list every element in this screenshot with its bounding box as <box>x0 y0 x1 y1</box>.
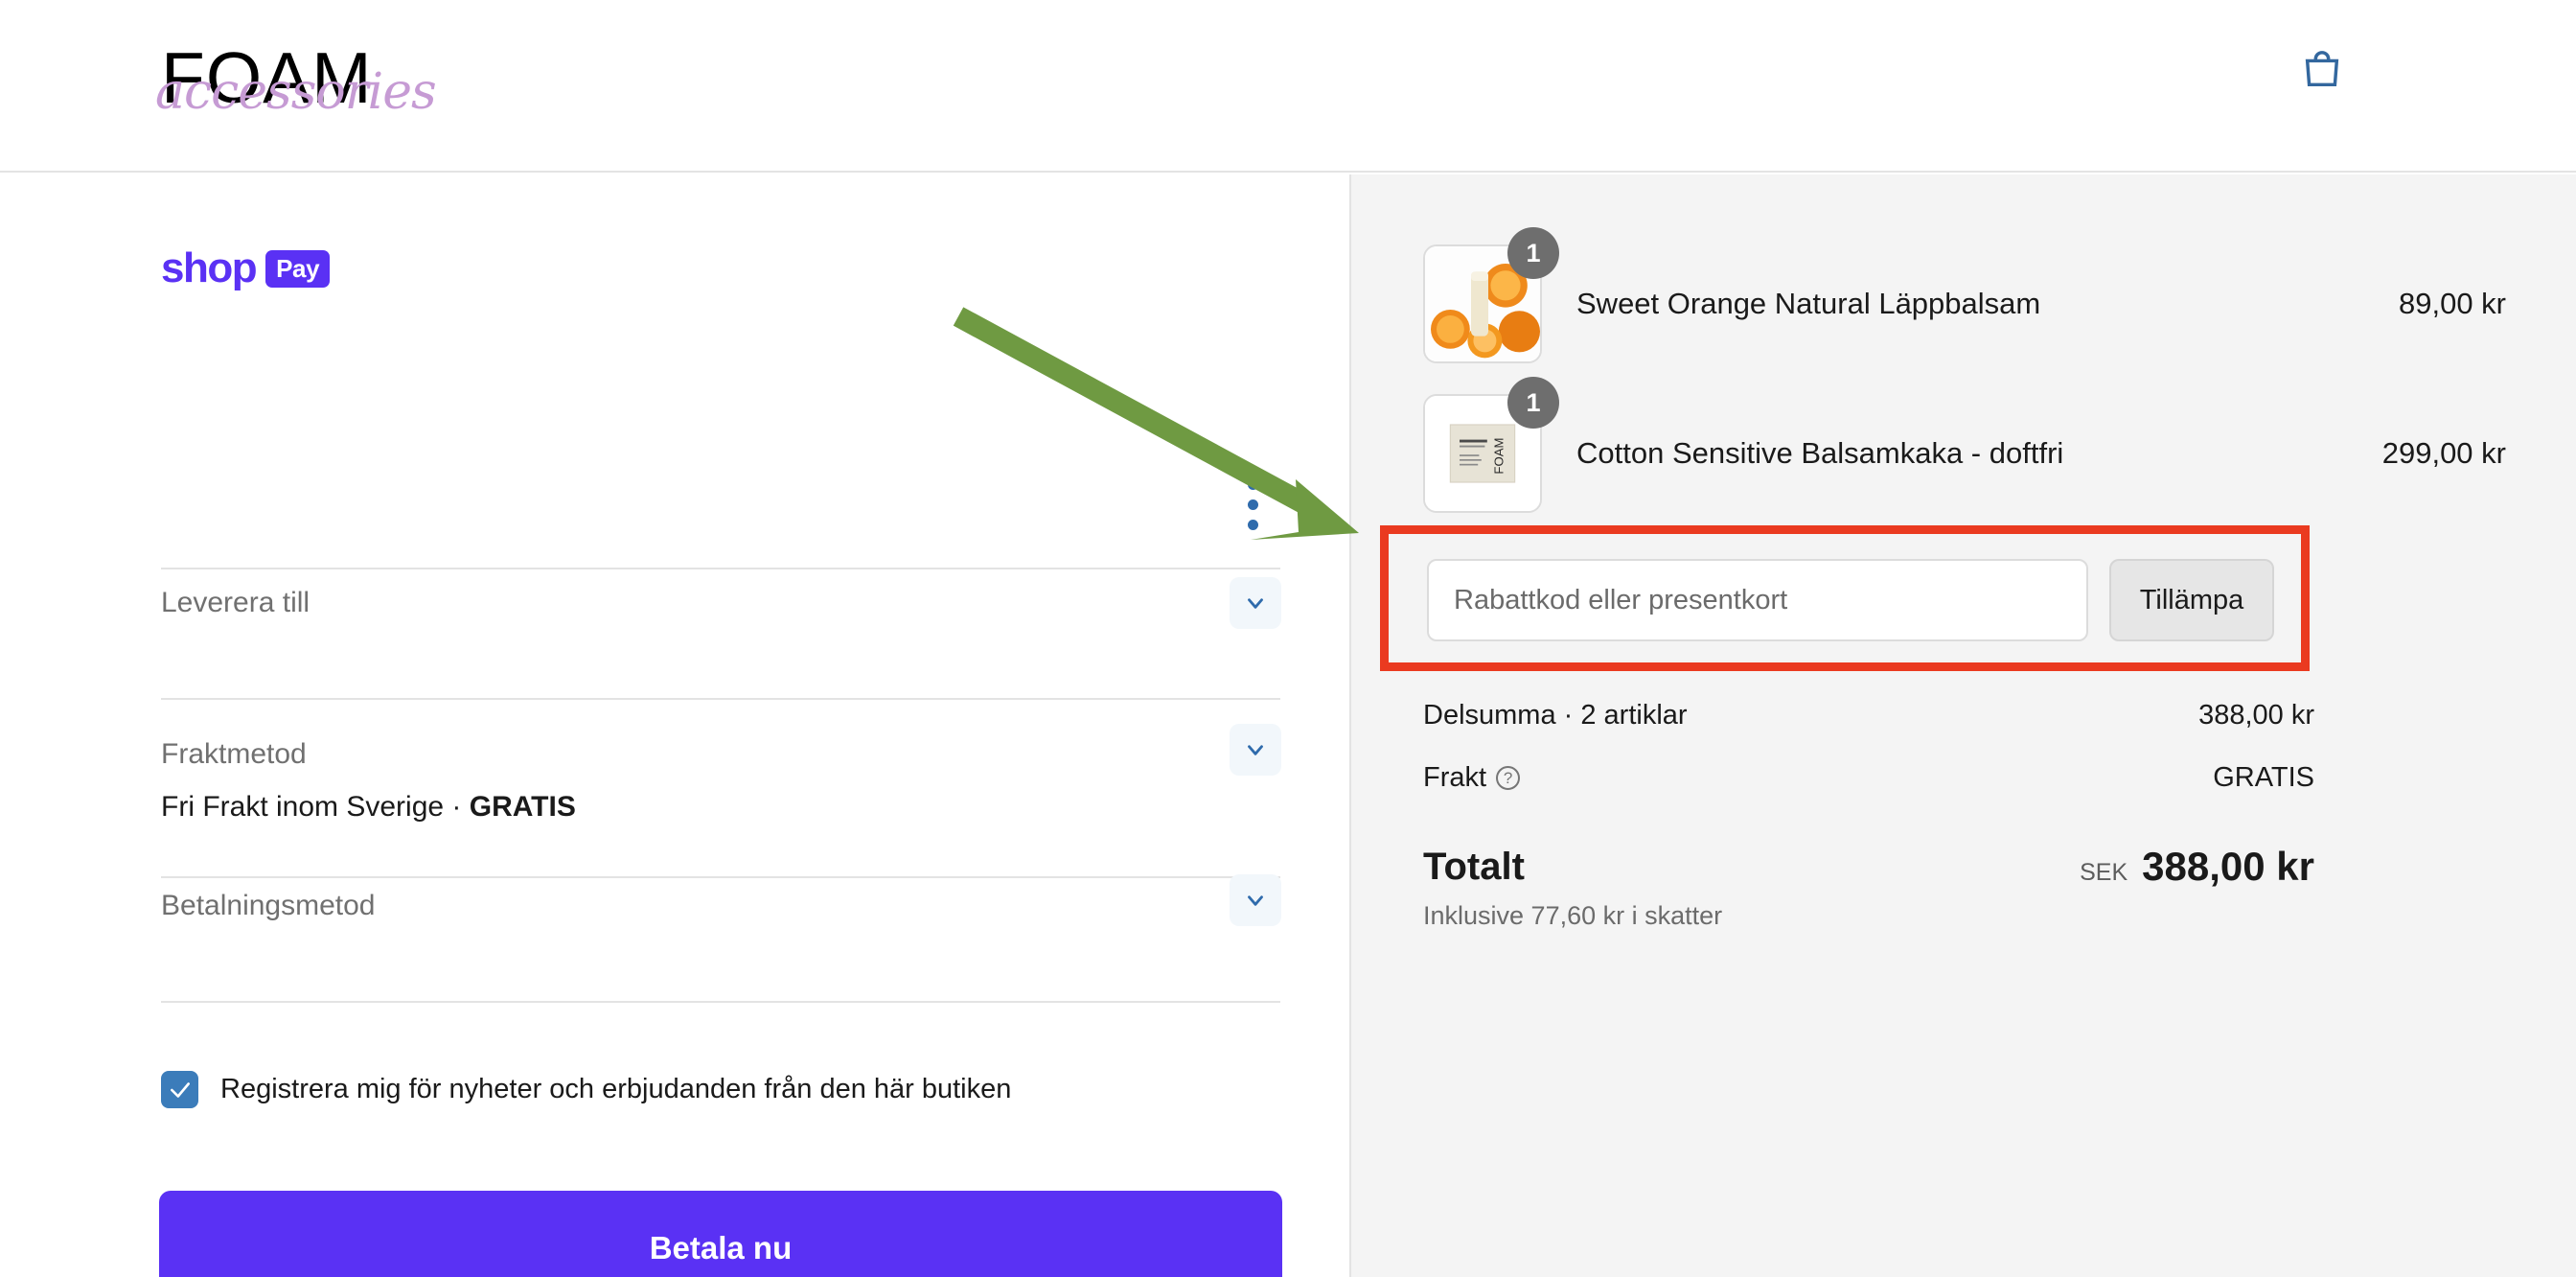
pay-now-button[interactable]: Betala nu <box>159 1191 1282 1277</box>
shopping-bag-icon[interactable] <box>2300 48 2344 92</box>
section-label-payment-method: Betalningsmetod <box>161 890 376 921</box>
newsletter-signup-row[interactable]: Registrera mig för nyheter och erbjudand… <box>161 1071 1011 1108</box>
site-header: FOAM accessories <box>0 0 2576 173</box>
chevron-down-icon-shipping-method[interactable] <box>1230 724 1281 776</box>
shipping-label-group: Frakt ? <box>1423 762 1521 794</box>
total-amount-group: SEK 388,00 kr <box>2080 844 2314 890</box>
order-line-item: 1 Sweet Orange Natural Läppbalsam 89,00 … <box>1423 227 2506 363</box>
shipping-label: Frakt <box>1423 762 1487 793</box>
shop-pay-word: shop <box>161 244 258 291</box>
orange-lip-balm-thumbnail: 1 <box>1423 227 1559 363</box>
item-price: 299,00 kr <box>2381 436 2506 470</box>
divider-after-shipping-method <box>161 876 1280 878</box>
checkout-page: FOAM accessories shop Pay Leverera till … <box>0 0 2576 1277</box>
kebab-menu-icon[interactable] <box>1242 479 1263 539</box>
shipping-value: GRATIS <box>2213 762 2314 793</box>
subtotal-value: 388,00 kr <box>2198 700 2314 731</box>
item-quantity-badge: 1 <box>1507 227 1559 279</box>
divider-after-payment-method <box>161 1001 1280 1003</box>
divider-top <box>161 568 1280 569</box>
newsletter-checkbox[interactable] <box>161 1071 198 1108</box>
checkout-left-pane: shop Pay Leverera till Fraktmetod Fri Fr… <box>0 174 1349 1277</box>
item-name: Cotton Sensitive Balsamkaka - doftfri <box>1576 436 2064 470</box>
shop-pay-logo: shop Pay <box>161 244 331 292</box>
section-label-shipping-method: Fraktmetod <box>161 738 307 770</box>
svg-text:FOAM: FOAM <box>1492 437 1506 474</box>
total-currency: SEK <box>2080 859 2128 886</box>
subtotal-label: Delsumma · 2 artiklar <box>1423 700 1688 731</box>
divider-after-deliver-to <box>161 698 1280 700</box>
logo-tagline: accessories <box>155 63 437 121</box>
brand-logo[interactable]: FOAM accessories <box>155 21 437 136</box>
item-name: Sweet Orange Natural Läppbalsam <box>1576 287 2041 320</box>
newsletter-label: Registrera mig för nyheter och erbjudand… <box>220 1074 1012 1104</box>
order-line-item: FOAM 1 Cotton Sensitive Balsamkaka - dof… <box>1423 377 2506 513</box>
total-label: Totalt <box>1423 845 1525 888</box>
shipping-method-name: Fri Frakt inom Sverige · <box>161 791 470 823</box>
chevron-down-icon-payment-method[interactable] <box>1230 874 1281 926</box>
discount-code-input[interactable] <box>1427 559 2088 641</box>
summary-row-subtotal: Delsumma · 2 artiklar 388,00 kr <box>1423 700 2314 731</box>
discount-code-row: Tillämpa <box>1427 559 2274 641</box>
apply-discount-button[interactable]: Tillämpa <box>2109 559 2274 641</box>
cotton-sensitive-bar-thumbnail: FOAM 1 <box>1423 377 1559 513</box>
section-label-deliver-to: Leverera till <box>161 587 310 618</box>
shipping-method-value: Fri Frakt inom Sverige · GRATIS <box>161 793 576 822</box>
tax-note: Inklusive 77,60 kr i skatter <box>1423 901 1723 930</box>
item-price: 89,00 kr <box>2398 287 2506 320</box>
summary-row-shipping: Frakt ? GRATIS <box>1423 762 2314 794</box>
shipping-method-price: GRATIS <box>469 791 576 823</box>
question-mark-icon[interactable]: ? <box>1496 766 1521 790</box>
summary-row-total: Totalt SEK 388,00 kr <box>1423 844 2314 890</box>
item-quantity-badge: 1 <box>1507 377 1559 429</box>
total-value: 388,00 kr <box>2142 844 2314 889</box>
chevron-down-icon-deliver-to[interactable] <box>1230 577 1281 629</box>
shop-pay-pill: Pay <box>265 249 331 288</box>
